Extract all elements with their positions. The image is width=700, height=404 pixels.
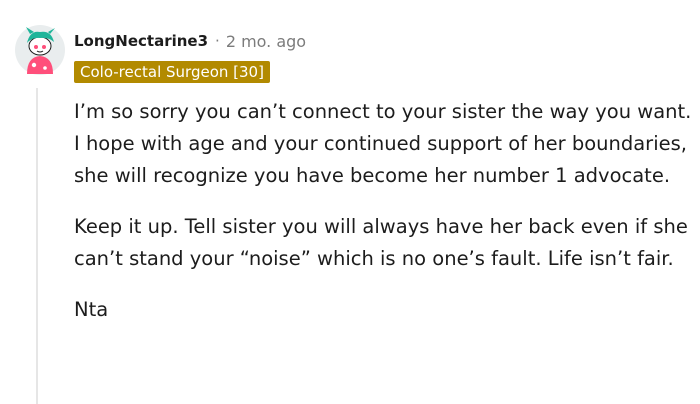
avatar[interactable]: [14, 24, 66, 76]
user-flair: Colo-rectal Surgeon [30]: [74, 61, 270, 83]
username-link[interactable]: LongNectarine3: [74, 32, 208, 50]
comment-paragraph: Nta: [74, 298, 109, 321]
meta-separator: ·: [215, 32, 220, 50]
comment: LongNectarine3 · 2 mo. ago Colo-rectal S…: [0, 0, 700, 404]
comment-meta: LongNectarine3 · 2 mo. ago: [74, 30, 306, 52]
comment-paragraph: Keep it up. Tell sister you will always …: [74, 215, 688, 270]
timestamp[interactable]: 2 mo. ago: [226, 32, 306, 51]
comment-paragraph: I’m so sorry you can’t connect to your s…: [74, 100, 692, 187]
thread-line[interactable]: [36, 88, 38, 404]
comment-body: I’m so sorry you can’t connect to your s…: [74, 96, 694, 345]
snoo-avatar-icon: [15, 25, 65, 75]
